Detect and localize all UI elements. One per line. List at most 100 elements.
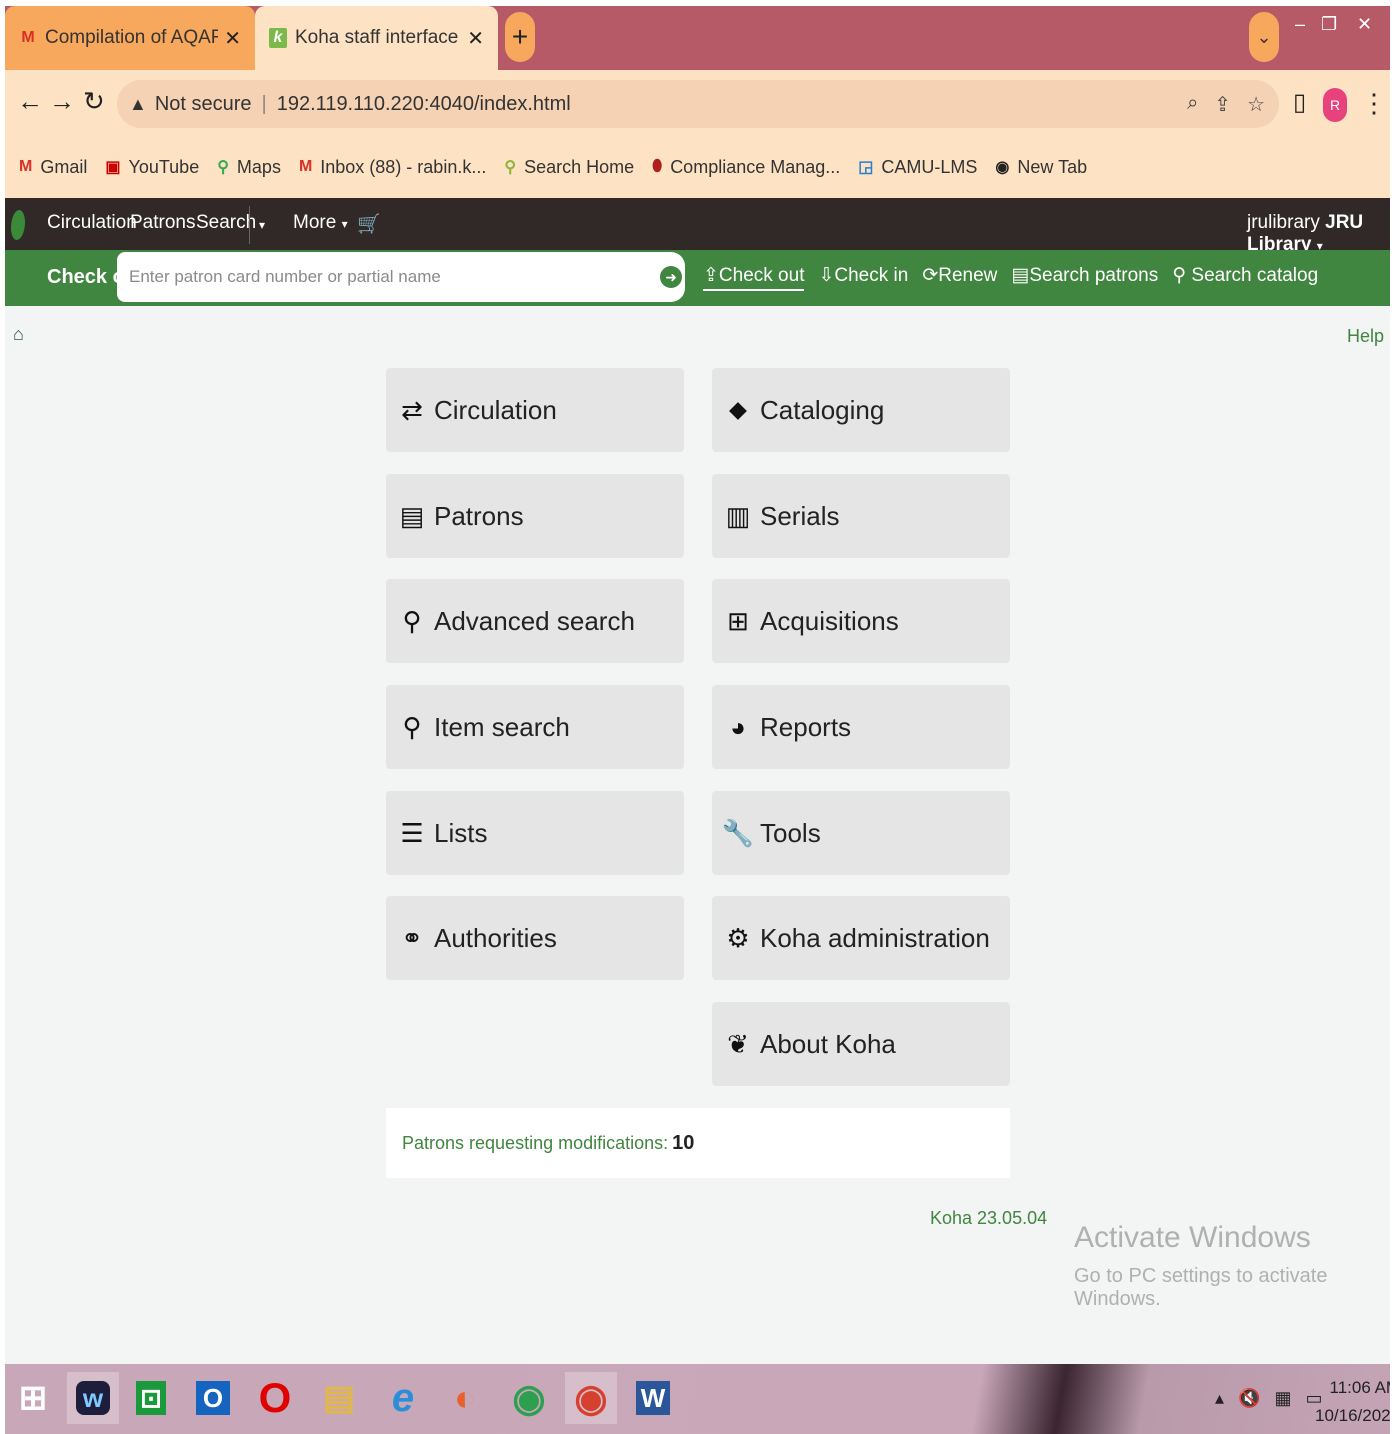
new-tab-button[interactable]: + <box>505 12 535 62</box>
tile-label: Acquisitions <box>760 605 899 636</box>
webex-icon[interactable]: w <box>67 1372 119 1424</box>
bookmark-youtube[interactable]: ▣ YouTube <box>105 157 199 178</box>
tile-acquisitions[interactable]: ⊞ Acquisitions <box>712 579 1010 663</box>
share-icon[interactable]: ⇪ <box>1214 92 1231 117</box>
maps-icon: ⚲ <box>217 159 229 176</box>
chevron-up-icon[interactable]: ▴ <box>1215 1388 1224 1409</box>
search-dropdown-caret-icon[interactable]: ▾ <box>259 218 265 232</box>
back-arrow-icon[interactable]: ← <box>17 86 43 117</box>
clock-date: 10/16/2023 <box>1315 1406 1390 1425</box>
patron-modifications-notice[interactable]: Patrons requesting modifications: 10 <box>386 1108 1010 1178</box>
profile-avatar[interactable]: R <box>1323 88 1347 122</box>
tile-authorities[interactable]: ⚭ Authorities <box>386 896 684 980</box>
submit-button[interactable]: ➜ <box>657 252 685 302</box>
bookmark-compliance[interactable]: ⬮ Compliance Manag... <box>652 157 840 178</box>
wrench-icon: 🔧 <box>721 817 755 848</box>
tab-koha[interactable]: k Koha staff interface ✕ <box>255 6 498 70</box>
bookmarks-bar: M Gmail ▣ YouTube ⚲ Maps M Inbox (88) - rabi… <box>5 136 1390 198</box>
cogs-icon: ⚙ <box>726 922 750 953</box>
tile-advanced-search[interactable]: ⚲ Advanced search <box>386 579 684 663</box>
id-card-icon: ▤ <box>1011 265 1030 286</box>
forward-arrow-icon[interactable]: → <box>49 86 75 117</box>
word-icon[interactable]: W <box>627 1372 679 1424</box>
tile-patrons[interactable]: ▤ Patrons <box>386 474 684 558</box>
network-icon[interactable]: ▦ <box>1274 1388 1291 1409</box>
tile-circulation[interactable]: ⇄ Circulation <box>386 368 684 452</box>
bookmark-new-tab[interactable]: ◉ New Tab <box>995 157 1087 178</box>
link-search-patrons[interactable]: ▤Search patrons <box>1011 264 1158 291</box>
link-search-catalog[interactable]: ⚲ Search catalog <box>1172 264 1318 291</box>
tab-search-button[interactable]: ⌄ <box>1249 12 1279 62</box>
bookmark-camu[interactable]: ◲ CAMU-LMS <box>858 157 977 178</box>
close-icon[interactable]: ✕ <box>224 26 241 51</box>
tile-label: Cataloging <box>760 394 885 425</box>
nav-more[interactable]: More ▾ <box>293 212 348 234</box>
nav-patrons[interactable]: Patrons <box>130 212 195 234</box>
clock[interactable]: 11:06 AM 10/16/2023 <box>1315 1374 1390 1430</box>
tile-label: Serials <box>760 500 840 531</box>
restore-icon[interactable]: ❐ <box>1321 14 1337 35</box>
tile-about-koha[interactable]: ❦ About Koha <box>712 1002 1010 1086</box>
star-icon[interactable]: ☆ <box>1247 92 1265 117</box>
cart-icon[interactable]: 🛒 <box>357 212 381 236</box>
link-check-out[interactable]: ⇪Check out <box>703 264 805 291</box>
tile-koha-administration[interactable]: ⚙ Koha administration <box>712 896 1010 980</box>
link-check-in[interactable]: ⇩Check in <box>818 264 908 291</box>
bookmark-search-home[interactable]: ⚲ Search Home <box>504 157 634 178</box>
tile-item-search[interactable]: ⚲ Item search <box>386 685 684 769</box>
tile-label: Tools <box>760 817 821 848</box>
notice-label: Patrons requesting modifications: <box>402 1132 669 1153</box>
newspaper-icon: ▥ <box>725 500 751 531</box>
activate-title: Activate Windows <box>1074 1221 1311 1254</box>
speaker-muted-icon[interactable]: 🔇 <box>1238 1388 1260 1409</box>
bookmark-gmail[interactable]: M Gmail <box>19 157 87 178</box>
firefox-icon[interactable]: ◐ <box>439 1372 491 1424</box>
opera-icon[interactable]: O <box>249 1372 301 1424</box>
bookmark-inbox[interactable]: M Inbox (88) - rabin.k... <box>299 157 486 178</box>
youtube-icon: ▣ <box>105 159 121 176</box>
nav-search[interactable]: Search <box>196 212 256 234</box>
menu-dots-icon[interactable]: ⋮ <box>1361 88 1387 119</box>
system-tray: ▴ 🔇 ▦ ▭ <box>1215 1388 1323 1409</box>
file-explorer-icon[interactable]: ▤ <box>313 1372 365 1424</box>
tile-reports[interactable]: ◕ Reports <box>712 685 1010 769</box>
link-label: Check out <box>718 265 805 286</box>
url-bar[interactable]: ▲ Not secure | 192.119.110.220:4040/inde… <box>117 80 1279 128</box>
tile-label: Authorities <box>434 922 557 953</box>
bookmark-label: Search Home <box>524 156 635 177</box>
exchange-icon: ⇄ <box>401 394 423 425</box>
close-icon[interactable]: ✕ <box>467 26 484 51</box>
taskbar: ⊞ w ⊡ O O ▤ e ◐ ◉ ◉ W ▴ 🔇 ▦ ▭ 11:06 AM 1… <box>5 1364 1390 1434</box>
koha-logo-icon[interactable] <box>11 210 25 240</box>
outlook-icon[interactable]: O <box>187 1372 239 1424</box>
link-label: Renew <box>938 265 998 286</box>
internet-explorer-icon[interactable]: e <box>377 1372 429 1424</box>
patron-search-input[interactable] <box>117 252 657 302</box>
zoom-icon[interactable]: ⌕ <box>1187 92 1198 117</box>
tile-label: Lists <box>434 817 488 848</box>
minimize-icon[interactable]: – <box>1295 14 1305 35</box>
chrome-profile-icon[interactable]: ◉ <box>565 1372 617 1424</box>
windows-start-icon[interactable]: ⊞ <box>7 1372 59 1424</box>
nav-circulation[interactable]: Circulation <box>47 212 137 234</box>
tile-serials[interactable]: ▥ Serials <box>712 474 1010 558</box>
close-window-icon[interactable]: ✕ <box>1357 14 1372 35</box>
not-secure-label: Not secure <box>154 92 252 115</box>
store-icon[interactable]: ⊡ <box>125 1372 177 1424</box>
tile-cataloging[interactable]: ⬥ Cataloging <box>712 368 1010 452</box>
tile-lists[interactable]: ☰ Lists <box>386 791 684 875</box>
chrome-icon[interactable]: ◉ <box>503 1372 555 1424</box>
link-renew[interactable]: ⟳Renew <box>922 264 997 291</box>
help-link[interactable]: Help <box>1347 326 1384 347</box>
side-panel-icon[interactable]: ▯ <box>1293 88 1306 117</box>
reload-icon[interactable]: ↻ <box>83 86 105 117</box>
avatar-initial: R <box>1329 97 1341 113</box>
tile-tools[interactable]: 🔧 Tools <box>712 791 1010 875</box>
tile-label: Reports <box>760 711 852 742</box>
tile-label: About Koha <box>760 1028 896 1059</box>
home-icon[interactable]: ⌂ <box>13 324 24 345</box>
koha-navbar: Circulation Patrons Search ▾ More ▾ 🛒 jr… <box>5 198 1390 255</box>
bookmark-maps[interactable]: ⚲ Maps <box>217 157 281 178</box>
tab-aqar[interactable]: M Compilation of AQAR 2022-23 - ✕ <box>5 6 255 70</box>
screen: M Compilation of AQAR 2022-23 - ✕ k Koha… <box>5 6 1390 1434</box>
